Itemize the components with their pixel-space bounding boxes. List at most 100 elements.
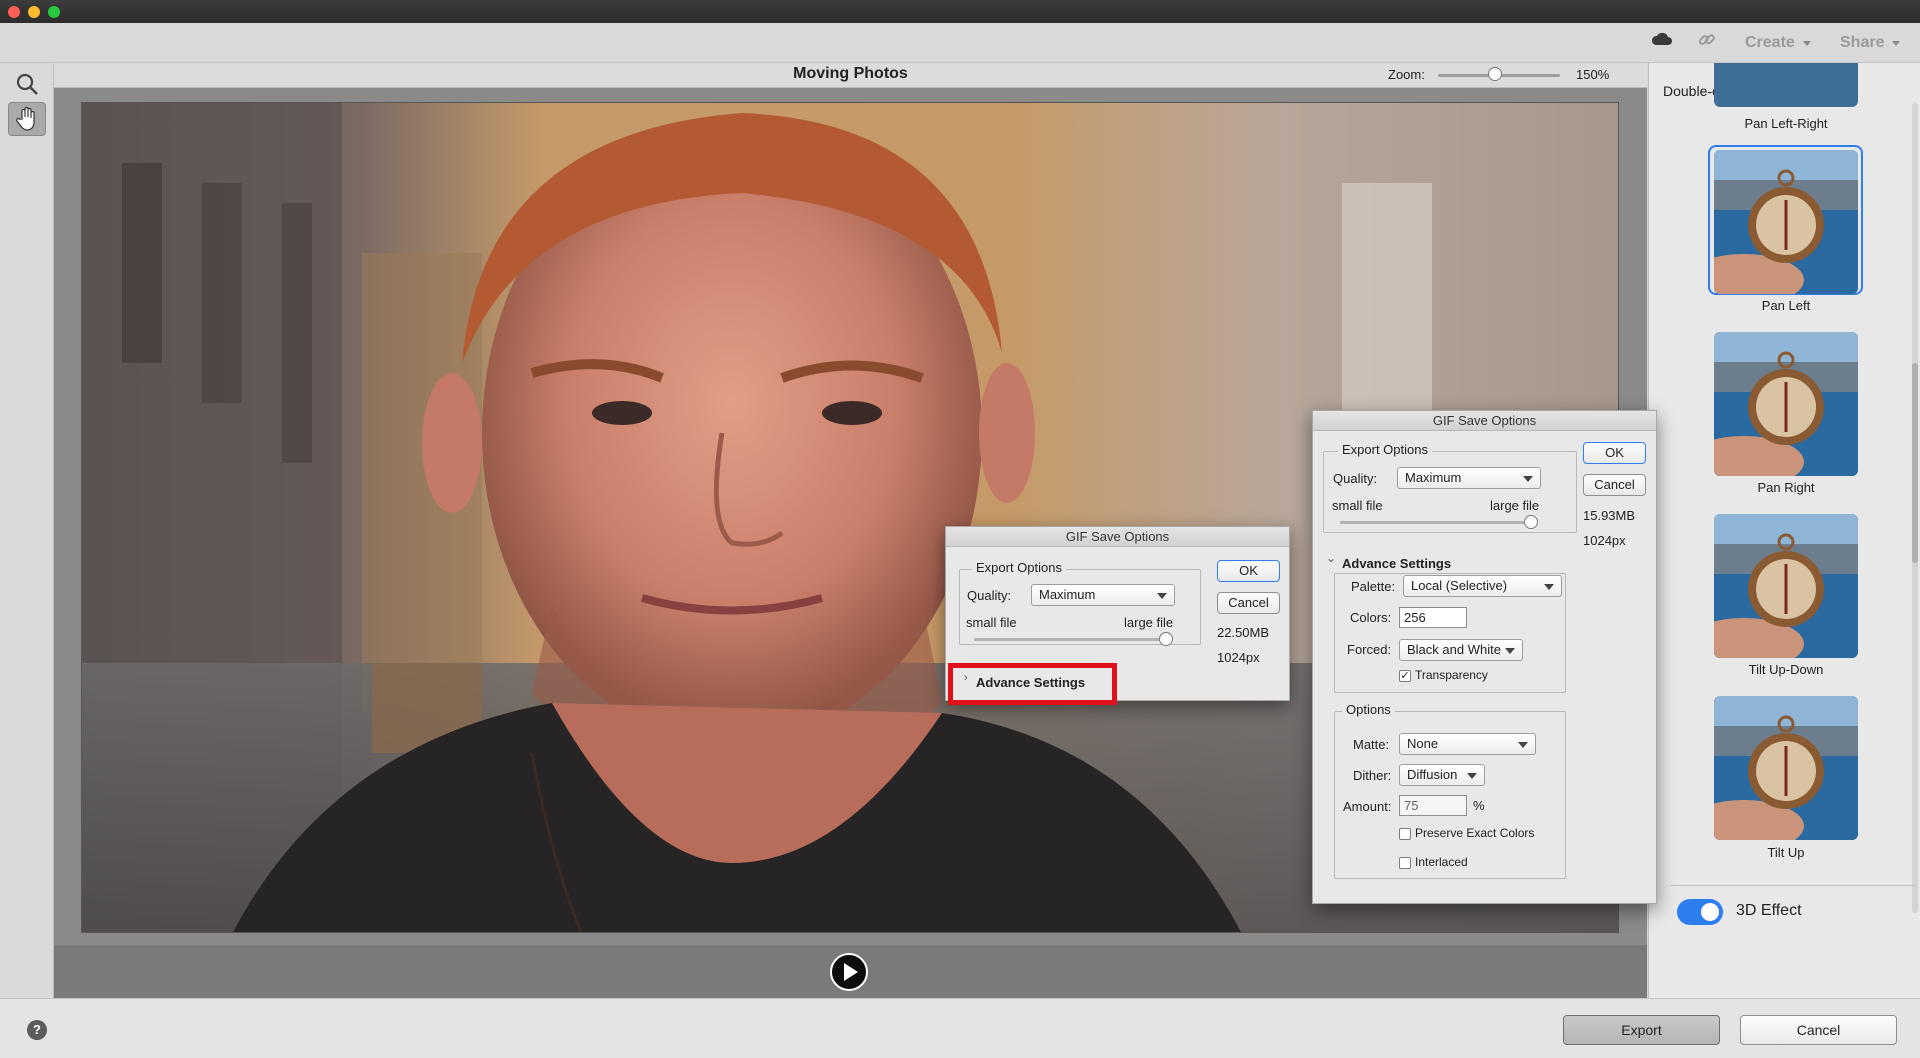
effect-thumb-tilt-up-down[interactable] xyxy=(1714,514,1858,658)
effects-scrollbar-thumb[interactable] xyxy=(1912,363,1918,563)
play-icon xyxy=(844,963,858,981)
gif-save-options-dialog-collapsed: GIF Save Options Export Options Quality:… xyxy=(945,526,1290,705)
chevron-down-icon xyxy=(1544,584,1554,590)
zoom-window-button[interactable] xyxy=(48,6,60,18)
matte-label: Matte: xyxy=(1353,737,1390,752)
effect-thumb-pan-left-right[interactable] xyxy=(1714,63,1858,108)
quality-select-value: Maximum xyxy=(1039,587,1096,602)
quality-slider[interactable] xyxy=(1340,521,1536,524)
canvas-header: Moving Photos Zoom: 150% xyxy=(54,63,1647,88)
quality-select-value: Maximum xyxy=(1405,470,1462,485)
forced-select-value: Black and White xyxy=(1407,642,1501,657)
share-label: Share xyxy=(1840,34,1885,51)
footer-bar: ? Export Cancel xyxy=(0,998,1920,1058)
options-legend: Options xyxy=(1342,702,1395,717)
minimize-window-button[interactable] xyxy=(28,6,40,18)
dither-select[interactable]: Diffusion xyxy=(1399,764,1485,786)
divider xyxy=(1671,885,1915,886)
toggle-knob xyxy=(1701,903,1719,921)
large-file-label: large file xyxy=(1124,615,1174,630)
large-file-label: large file xyxy=(1490,498,1540,513)
dither-label: Dither: xyxy=(1353,768,1392,783)
chevron-down-icon xyxy=(1505,648,1515,654)
chevron-down-icon xyxy=(1467,773,1477,779)
play-button[interactable] xyxy=(830,953,868,991)
quality-slider-knob[interactable] xyxy=(1524,515,1538,529)
quality-select[interactable]: Maximum xyxy=(1031,584,1175,606)
ok-button[interactable]: OK xyxy=(1217,560,1280,582)
create-label: Create xyxy=(1745,34,1795,51)
transparency-label: Transparency xyxy=(1415,668,1488,682)
interlaced-label: Interlaced xyxy=(1415,855,1468,869)
forced-select[interactable]: Black and White xyxy=(1399,639,1523,661)
chevron-down-icon xyxy=(1518,742,1528,748)
effect-thumb-tilt-up[interactable] xyxy=(1714,696,1858,840)
chevron-right-icon: › xyxy=(964,672,968,684)
hand-icon xyxy=(16,106,35,131)
advance-settings-toggle[interactable]: Advance Settings xyxy=(1342,556,1451,571)
cancel-button[interactable]: Cancel xyxy=(1740,1015,1897,1045)
dialog-title: GIF Save Options xyxy=(946,527,1289,547)
tools-panel xyxy=(0,64,54,999)
zoom-label: Zoom: xyxy=(1388,67,1425,82)
top-toolbar: Create Share xyxy=(0,23,1920,63)
hand-tool-button[interactable] xyxy=(8,102,46,136)
effect-label-tilt-up: Tilt Up xyxy=(1767,845,1805,860)
small-file-label: small file xyxy=(1332,498,1383,513)
dither-select-value: Diffusion xyxy=(1407,767,1458,782)
small-file-label: small file xyxy=(966,615,1017,630)
playback-bar xyxy=(54,945,1647,998)
advance-settings-toggle[interactable]: Advance Settings xyxy=(976,675,1085,690)
share-menu-button[interactable]: Share xyxy=(1840,31,1901,55)
ok-button[interactable]: OK xyxy=(1583,442,1646,464)
close-window-button[interactable] xyxy=(8,6,20,18)
cancel-button[interactable]: Cancel xyxy=(1217,592,1280,614)
export-options-legend: Export Options xyxy=(1338,442,1432,457)
colors-input[interactable]: 256 xyxy=(1399,607,1467,628)
chevron-down-icon: ⌄ xyxy=(1326,551,1337,565)
zoom-value: 150% xyxy=(1576,67,1610,82)
export-button[interactable]: Export xyxy=(1563,1015,1720,1045)
effect-thumb-pan-right[interactable] xyxy=(1714,332,1858,476)
colors-label: Colors: xyxy=(1350,610,1392,625)
zoom-tool-button[interactable] xyxy=(8,67,46,101)
effect-label-pan-left: Pan Left xyxy=(1761,298,1811,313)
file-size: 15.93MB xyxy=(1583,508,1636,523)
effect-label-pan-right: Pan Right xyxy=(1757,480,1815,495)
chevron-down-icon xyxy=(1892,40,1901,46)
3d-effect-label: 3D Effect xyxy=(1736,902,1802,919)
cancel-button[interactable]: Cancel xyxy=(1583,474,1646,496)
help-button[interactable]: ? xyxy=(27,1020,47,1040)
export-options-legend: Export Options xyxy=(972,560,1066,575)
dialog-title: GIF Save Options xyxy=(1313,411,1656,431)
dimension: 1024px xyxy=(1217,650,1260,665)
quality-slider-knob[interactable] xyxy=(1159,632,1173,646)
create-menu-button[interactable]: Create xyxy=(1745,31,1811,55)
chevron-down-icon xyxy=(1523,476,1533,482)
effect-label-tilt-up-down: Tilt Up-Down xyxy=(1748,662,1824,677)
quality-select[interactable]: Maximum xyxy=(1397,467,1541,489)
quality-slider[interactable] xyxy=(974,638,1168,641)
cloud-icon[interactable] xyxy=(1651,31,1673,47)
preserve-exact-colors-label: Preserve Exact Colors xyxy=(1415,826,1535,840)
amount-input[interactable]: 75 xyxy=(1399,795,1467,816)
preserve-exact-colors-checkbox[interactable] xyxy=(1399,828,1411,840)
palette-select-value: Local (Selective) xyxy=(1411,578,1508,593)
amount-unit: % xyxy=(1473,798,1485,813)
chevron-down-icon xyxy=(1157,593,1167,599)
link-icon[interactable] xyxy=(1697,31,1717,49)
matte-select-value: None xyxy=(1407,736,1439,751)
palette-label: Palette: xyxy=(1351,579,1396,594)
amount-label: Amount: xyxy=(1343,799,1392,814)
gif-save-options-dialog-expanded: GIF Save Options Export Options Quality:… xyxy=(1312,410,1657,904)
effects-scrollbar[interactable] xyxy=(1912,103,1918,913)
palette-select[interactable]: Local (Selective) xyxy=(1403,575,1562,597)
matte-select[interactable]: None xyxy=(1399,733,1536,755)
interlaced-checkbox[interactable] xyxy=(1399,857,1411,869)
file-size: 22.50MB xyxy=(1217,625,1270,640)
quality-label: Quality: xyxy=(1333,471,1378,486)
3d-effect-toggle[interactable] xyxy=(1677,899,1723,925)
effect-thumb-pan-left[interactable] xyxy=(1714,150,1858,294)
transparency-checkbox[interactable]: ✓ xyxy=(1399,670,1411,682)
forced-label: Forced: xyxy=(1347,642,1392,657)
